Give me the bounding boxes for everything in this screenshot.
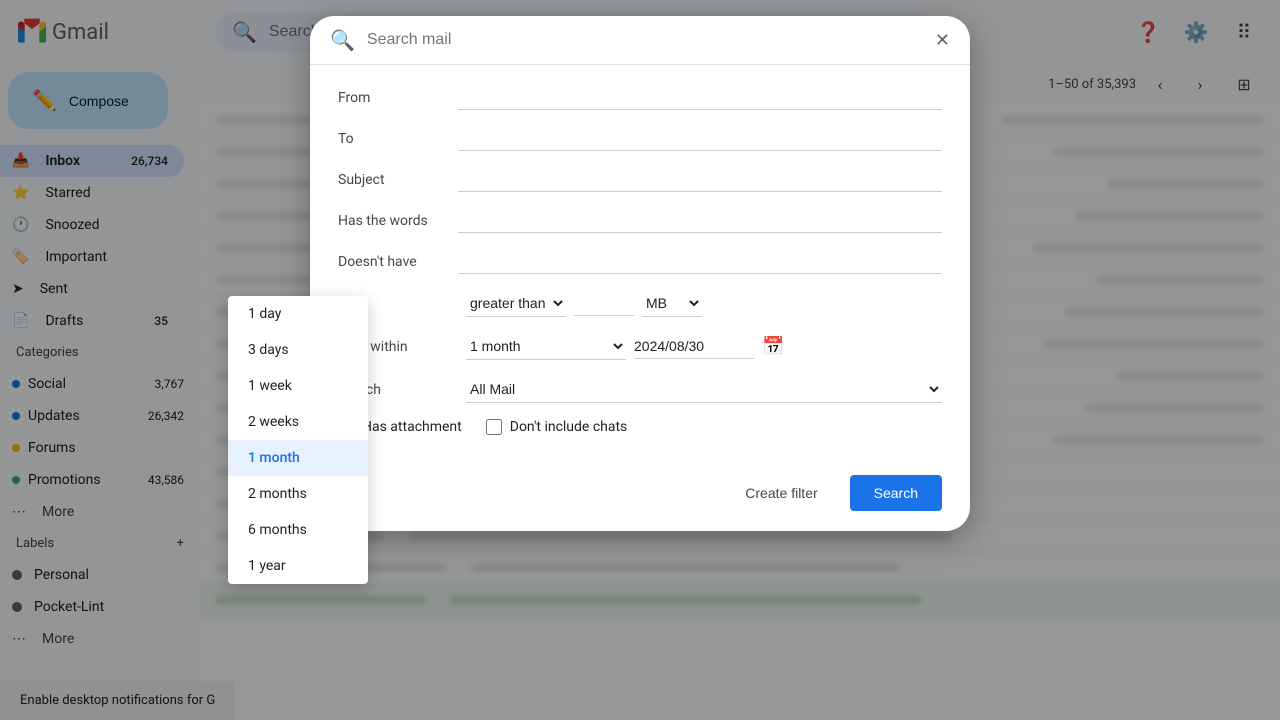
dropdown-item-1week[interactable]: 1 week bbox=[228, 368, 368, 404]
dont-include-chats-checkbox[interactable]: Don't include chats bbox=[486, 419, 628, 435]
checkbox-row: Has attachment Don't include chats bbox=[338, 419, 942, 435]
modal-close-icon[interactable]: ✕ bbox=[935, 30, 950, 51]
from-input[interactable] bbox=[458, 85, 942, 110]
date-within-dropdown: 1 day 3 days 1 week 2 weeks 1 month 2 mo… bbox=[228, 296, 368, 584]
to-input[interactable] bbox=[458, 126, 942, 151]
to-row: To bbox=[338, 126, 942, 151]
dropdown-item-1month[interactable]: 1 month bbox=[228, 440, 368, 476]
modal-search-input[interactable] bbox=[367, 31, 923, 49]
size-row: Size greater than less than MB KB Bytes bbox=[338, 290, 942, 317]
size-compare-select[interactable]: greater than less than bbox=[466, 290, 566, 317]
subject-label: Subject bbox=[338, 172, 458, 188]
dropdown-item-3days[interactable]: 3 days bbox=[228, 332, 368, 368]
date-within-row: Date within 1 day 3 days 1 week 2 weeks … bbox=[338, 333, 942, 360]
modal-body: From To Subject Has the words Doesn't ha… bbox=[310, 65, 970, 475]
dropdown-item-2months[interactable]: 2 months bbox=[228, 476, 368, 512]
search-in-select[interactable]: All Mail Inbox Sent Drafts bbox=[466, 376, 942, 403]
from-label: From bbox=[338, 90, 458, 106]
dropdown-item-6months[interactable]: 6 months bbox=[228, 512, 368, 548]
create-filter-button[interactable]: Create filter bbox=[729, 475, 833, 511]
has-words-label: Has the words bbox=[338, 213, 458, 229]
calendar-icon[interactable]: 📅 bbox=[762, 336, 784, 357]
search-button[interactable]: Search bbox=[850, 475, 942, 511]
subject-row: Subject bbox=[338, 167, 942, 192]
size-unit-select[interactable]: MB KB Bytes bbox=[642, 290, 702, 317]
modal-search-bar: 🔍 ✕ bbox=[310, 16, 970, 65]
has-attachment-label: Has attachment bbox=[362, 419, 462, 435]
doesnt-have-label: Doesn't have bbox=[338, 254, 458, 270]
dont-include-chats-input[interactable] bbox=[486, 419, 502, 435]
dont-include-chats-label: Don't include chats bbox=[510, 419, 628, 435]
modal-footer: Create filter Search bbox=[310, 475, 970, 531]
search-in-row: Search All Mail Inbox Sent Drafts bbox=[338, 376, 942, 403]
has-words-row: Has the words bbox=[338, 208, 942, 233]
search-modal: 🔍 ✕ From To Subject Has the words Doesn'… bbox=[310, 16, 970, 531]
size-value-input[interactable] bbox=[574, 291, 634, 316]
to-label: To bbox=[338, 131, 458, 147]
doesnt-have-row: Doesn't have bbox=[338, 249, 942, 274]
date-value-input[interactable] bbox=[634, 334, 754, 359]
date-within-select[interactable]: 1 day 3 days 1 week 2 weeks 1 month 2 mo… bbox=[466, 333, 626, 360]
dropdown-item-1day[interactable]: 1 day bbox=[228, 296, 368, 332]
doesnt-have-input[interactable] bbox=[458, 249, 942, 274]
dropdown-item-1year[interactable]: 1 year bbox=[228, 548, 368, 584]
from-row: From bbox=[338, 85, 942, 110]
modal-search-icon: 🔍 bbox=[330, 28, 355, 52]
has-words-input[interactable] bbox=[458, 208, 942, 233]
dropdown-item-2weeks[interactable]: 2 weeks bbox=[228, 404, 368, 440]
subject-input[interactable] bbox=[458, 167, 942, 192]
